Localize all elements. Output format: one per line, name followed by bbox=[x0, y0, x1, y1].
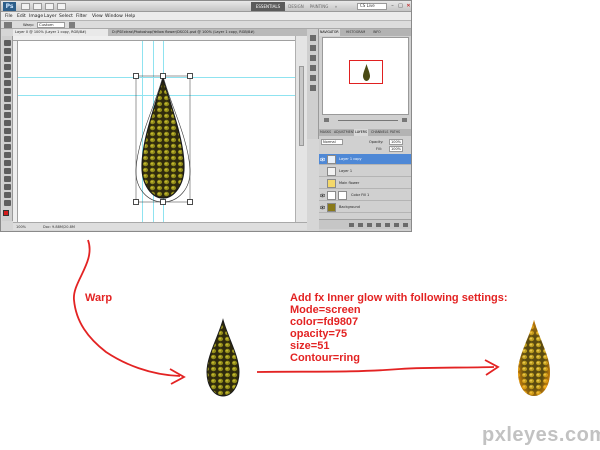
warped-drop-result bbox=[206, 318, 240, 397]
instruction-line: color=fd9807 bbox=[290, 316, 359, 328]
annotation-arrows bbox=[73, 239, 500, 385]
inner-glow-drop-result bbox=[518, 320, 550, 396]
warp-arrow-line bbox=[73, 239, 181, 377]
glow-arrow-line bbox=[256, 366, 495, 373]
warp-annotation: Warp bbox=[85, 292, 113, 304]
watermark: pxleyes.com bbox=[482, 424, 600, 446]
instruction-line: Add fx Inner glow with following setting… bbox=[290, 292, 508, 304]
instruction-line: opacity=75 bbox=[290, 328, 348, 340]
instruction-line: size=51 bbox=[290, 340, 330, 352]
instruction-line: Mode=screen bbox=[290, 304, 361, 316]
instruction-line: Contour=ring bbox=[290, 352, 360, 364]
